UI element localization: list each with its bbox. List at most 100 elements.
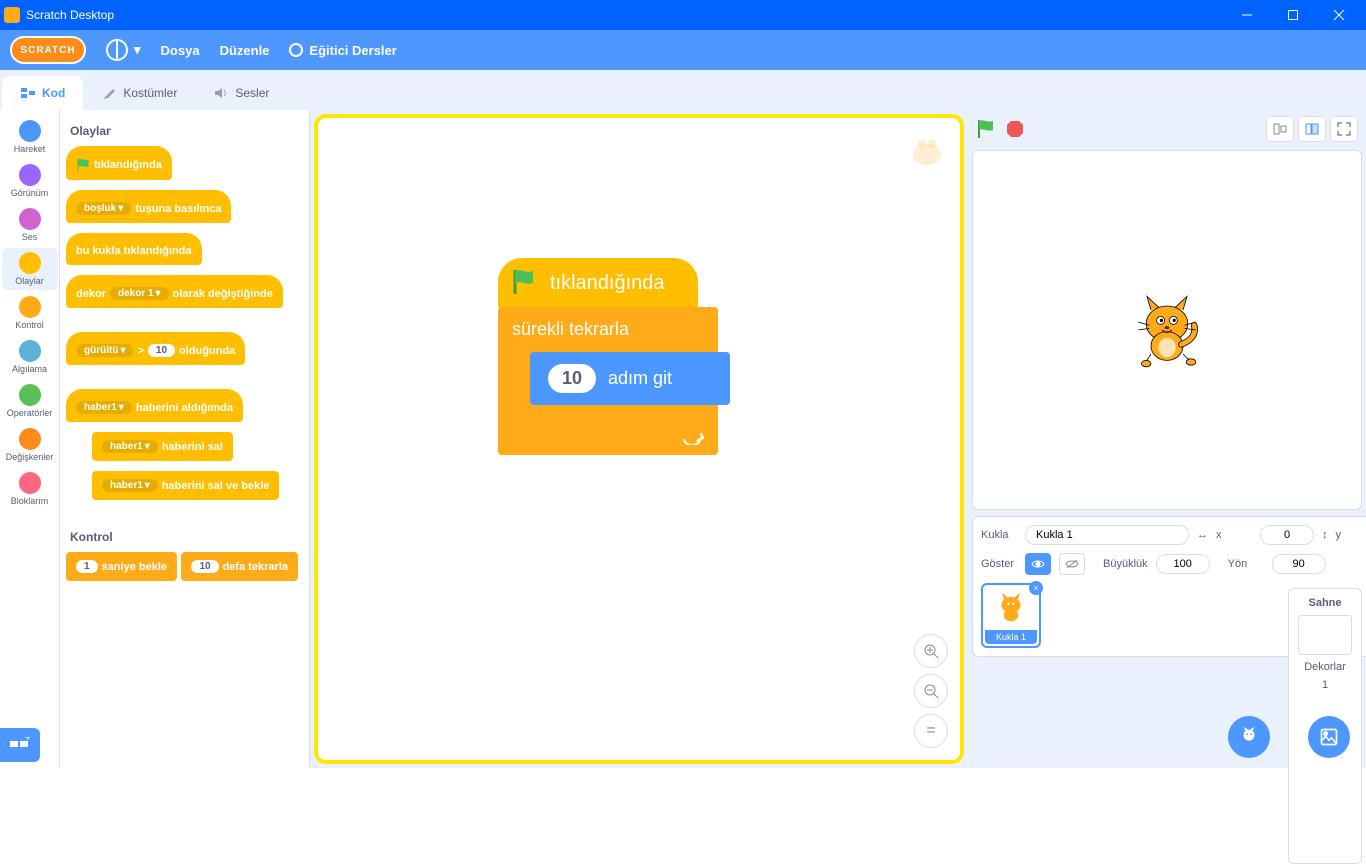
message-dropdown[interactable]: haber1 ▾ bbox=[102, 479, 158, 492]
message-dropdown[interactable]: haber1 ▾ bbox=[102, 440, 158, 453]
category-değişkenler[interactable]: Değişkenler bbox=[2, 424, 58, 466]
add-sprite-button[interactable] bbox=[1228, 716, 1270, 758]
hide-button[interactable] bbox=[1059, 553, 1085, 575]
stage[interactable] bbox=[972, 150, 1362, 510]
category-hareket[interactable]: Hareket bbox=[2, 116, 58, 158]
cat-thumb-icon bbox=[986, 587, 1036, 627]
block-when-backdrop-switches[interactable]: dekor dekor 1 ▾ olarak değiştiğinde bbox=[66, 275, 283, 308]
stage-small-button[interactable] bbox=[1266, 116, 1294, 142]
block-when-flag-clicked[interactable]: tıklandığında bbox=[66, 146, 172, 180]
category-ses[interactable]: Ses bbox=[2, 204, 58, 246]
script-forever[interactable]: sürekli tekrarla 10 adım git bbox=[498, 307, 718, 455]
edit-menu[interactable]: Düzenle bbox=[220, 43, 270, 58]
tab-costumes[interactable]: Kostümler bbox=[83, 76, 195, 110]
block-label: adım git bbox=[608, 368, 672, 389]
extensions-button[interactable]: + bbox=[0, 728, 40, 762]
code-icon bbox=[20, 85, 36, 101]
show-label: Göster bbox=[981, 558, 1017, 570]
bulb-icon bbox=[289, 43, 303, 57]
category-bloklarım[interactable]: Bloklarım bbox=[2, 468, 58, 510]
add-backdrop-button[interactable] bbox=[1308, 716, 1350, 758]
block-label: tıklandığında bbox=[550, 272, 665, 294]
category-olaylar[interactable]: Olaylar bbox=[2, 248, 58, 290]
events-heading: Olaylar bbox=[70, 124, 303, 138]
zoom-controls: = bbox=[914, 634, 948, 748]
green-flag-icon bbox=[76, 158, 90, 172]
stage-large-button[interactable] bbox=[1298, 116, 1326, 142]
delete-sprite-button[interactable]: × bbox=[1029, 581, 1043, 595]
sprite-tile[interactable]: × Kukla 1 bbox=[981, 583, 1041, 648]
block-wait[interactable]: 1 saniye bekle bbox=[66, 552, 177, 581]
category-label: Kontrol bbox=[15, 320, 44, 330]
category-kontrol[interactable]: Kontrol bbox=[2, 292, 58, 334]
value-input[interactable]: 10 bbox=[191, 560, 218, 573]
tab-code-label: Kod bbox=[42, 86, 65, 100]
script-hat-flag[interactable]: tıklandığında bbox=[498, 258, 698, 309]
value-input[interactable]: 10 bbox=[148, 344, 175, 357]
key-dropdown[interactable]: boşluk ▾ bbox=[76, 202, 131, 215]
tab-code[interactable]: Kod bbox=[2, 76, 83, 110]
backdrop-thumbnail[interactable] bbox=[1298, 615, 1352, 655]
show-button[interactable] bbox=[1025, 553, 1051, 575]
block-label: bu kukla tıklandığında bbox=[76, 245, 192, 257]
fullscreen-button[interactable] bbox=[1330, 116, 1358, 142]
block-broadcast[interactable]: haber1 ▾ haberini sal bbox=[92, 432, 233, 461]
language-menu[interactable]: ▾ bbox=[106, 39, 141, 61]
maximize-button[interactable] bbox=[1270, 0, 1316, 30]
sprite-name-input[interactable] bbox=[1025, 525, 1189, 545]
minimize-button[interactable] bbox=[1224, 0, 1270, 30]
green-flag-button[interactable] bbox=[976, 118, 996, 140]
app-icon bbox=[4, 7, 20, 23]
script-stack[interactable]: tıklandığında sürekli tekrarla 10 adım g… bbox=[498, 258, 718, 455]
sprite-name-label: Kukla bbox=[981, 529, 1017, 541]
value-input[interactable]: 10 bbox=[548, 364, 596, 393]
message-dropdown[interactable]: haber1 ▾ bbox=[76, 401, 132, 414]
tab-sounds-label: Sesler bbox=[235, 86, 269, 100]
category-dot-icon bbox=[19, 164, 41, 186]
code-workspace[interactable]: tıklandığında sürekli tekrarla 10 adım g… bbox=[314, 114, 964, 764]
zoom-in-button[interactable] bbox=[914, 634, 948, 668]
tutorials-button[interactable]: Eğitici Dersler bbox=[289, 43, 396, 58]
category-label: Operatörler bbox=[7, 408, 53, 418]
backdrop-dropdown[interactable]: dekor 1 ▾ bbox=[110, 287, 169, 300]
category-dot-icon bbox=[19, 252, 41, 274]
block-repeat[interactable]: 10 defa tekrarla bbox=[181, 552, 298, 581]
file-menu[interactable]: Dosya bbox=[161, 43, 200, 58]
x-input[interactable] bbox=[1260, 525, 1314, 545]
block-when-sprite-clicked[interactable]: bu kukla tıklandığında bbox=[66, 233, 202, 265]
loudness-dropdown[interactable]: gürültü ▾ bbox=[76, 344, 133, 357]
block-label: tuşuna basılınca bbox=[135, 203, 221, 215]
category-dot-icon bbox=[19, 340, 41, 362]
block-when-key-pressed[interactable]: boşluk ▾ tuşuna basılınca bbox=[66, 190, 231, 223]
block-label: sürekli tekrarla bbox=[512, 319, 629, 339]
block-when-receive[interactable]: haber1 ▾ haberini aldığımda bbox=[66, 389, 243, 422]
value-input[interactable]: 1 bbox=[76, 560, 98, 573]
category-label: Olaylar bbox=[15, 276, 44, 286]
tab-sounds[interactable]: Sesler bbox=[195, 76, 287, 110]
block-when-loudness[interactable]: gürültü ▾ > 10 olduğunda bbox=[66, 332, 245, 365]
brush-icon bbox=[101, 85, 117, 101]
block-broadcast-wait[interactable]: haber1 ▾ haberini sal ve bekle bbox=[92, 471, 279, 500]
size-input[interactable] bbox=[1156, 554, 1210, 574]
script-move-steps[interactable]: 10 adım git bbox=[530, 352, 730, 405]
direction-label: Yön bbox=[1228, 558, 1264, 570]
block-label: haberini sal bbox=[162, 441, 223, 453]
cat-sprite-icon[interactable] bbox=[1127, 290, 1207, 370]
sound-icon bbox=[213, 85, 229, 101]
category-label: Hareket bbox=[14, 144, 46, 154]
category-dot-icon bbox=[19, 296, 41, 318]
block-label: tıklandığında bbox=[94, 159, 162, 171]
category-algılama[interactable]: Algılama bbox=[2, 336, 58, 378]
zoom-reset-button[interactable]: = bbox=[914, 714, 948, 748]
direction-input[interactable] bbox=[1272, 554, 1326, 574]
category-operatörler[interactable]: Operatörler bbox=[2, 380, 58, 422]
scratch-logo[interactable]: SCRATCH bbox=[10, 36, 86, 64]
close-button[interactable] bbox=[1316, 0, 1362, 30]
category-label: Görünüm bbox=[11, 188, 49, 198]
zoom-out-button[interactable] bbox=[914, 674, 948, 708]
menubar: SCRATCH ▾ Dosya Düzenle Eğitici Dersler bbox=[0, 30, 1366, 70]
stop-button[interactable] bbox=[1006, 120, 1024, 138]
sprite-tile-label: Kukla 1 bbox=[985, 630, 1037, 644]
block-palette[interactable]: Olaylar tıklandığında boşluk ▾ tuşuna ba… bbox=[60, 110, 310, 768]
category-görünüm[interactable]: Görünüm bbox=[2, 160, 58, 202]
